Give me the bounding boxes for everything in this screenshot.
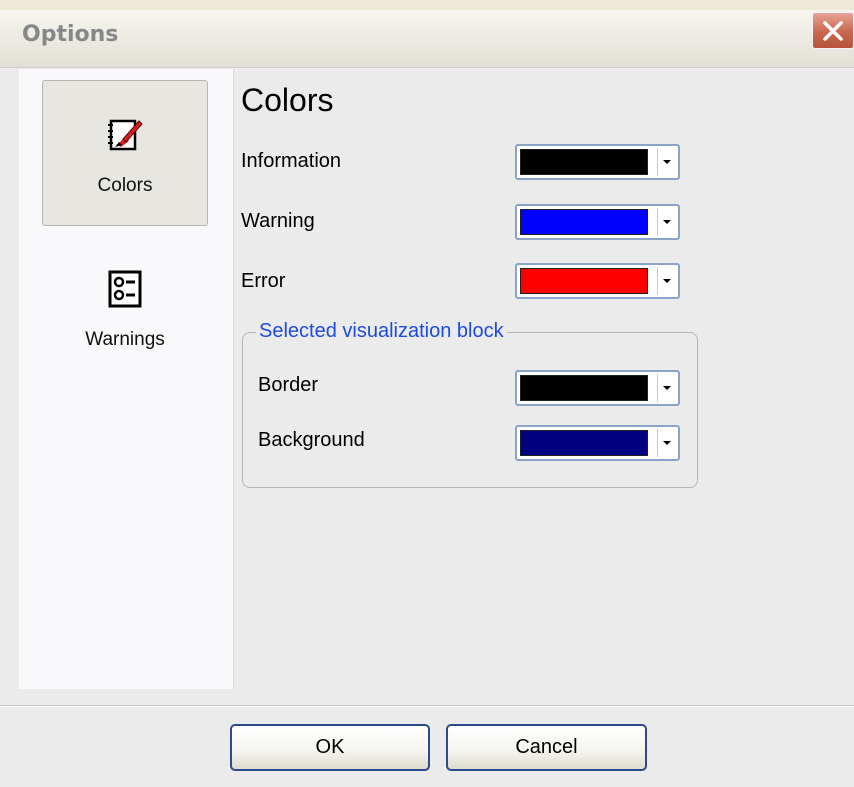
- close-icon: [821, 19, 845, 43]
- close-button[interactable]: [812, 12, 854, 49]
- chevron-down-icon: [657, 148, 676, 176]
- sidebar-item-label: Colors: [97, 175, 153, 196]
- cancel-button[interactable]: Cancel: [446, 724, 647, 771]
- color-swatch: [520, 268, 648, 294]
- background-color-select[interactable]: [515, 425, 680, 461]
- error-label: Error: [241, 270, 286, 292]
- dialog-client-area: Colors Warnings Colors Information Warni…: [0, 68, 854, 787]
- warning-label: Warning: [241, 210, 315, 232]
- color-swatch: [520, 209, 648, 235]
- palette-brush-icon: [105, 115, 145, 155]
- color-swatch: [520, 430, 648, 456]
- ok-button[interactable]: OK: [230, 724, 430, 771]
- title-bar[interactable]: Options: [0, 10, 854, 68]
- error-color-select[interactable]: [515, 263, 680, 299]
- options-sidebar: Colors Warnings: [19, 69, 234, 689]
- background-label: Background: [258, 429, 365, 451]
- chevron-down-icon: [657, 208, 676, 236]
- window-title: Options: [22, 22, 119, 47]
- footer-separator: [0, 705, 854, 707]
- page-title: Colors: [241, 82, 334, 118]
- sidebar-item-label: Warnings: [85, 329, 165, 350]
- information-label: Information: [241, 150, 342, 172]
- color-swatch: [520, 375, 648, 401]
- visualization-block-group: [242, 332, 698, 488]
- border-label: Border: [258, 374, 319, 396]
- group-legend: Selected visualization block: [256, 320, 507, 343]
- border-color-select[interactable]: [515, 370, 680, 406]
- chevron-down-icon: [657, 267, 676, 295]
- sidebar-item-warnings[interactable]: Warnings: [42, 235, 208, 381]
- sidebar-item-colors[interactable]: Colors: [42, 80, 208, 226]
- checklist-icon: [108, 269, 142, 309]
- options-dialog: Options Colors Warnings Colors Informati…: [0, 0, 854, 787]
- warning-color-select[interactable]: [515, 204, 680, 240]
- chevron-down-icon: [657, 429, 676, 457]
- color-swatch: [520, 149, 648, 175]
- information-color-select[interactable]: [515, 144, 680, 180]
- chevron-down-icon: [657, 374, 676, 402]
